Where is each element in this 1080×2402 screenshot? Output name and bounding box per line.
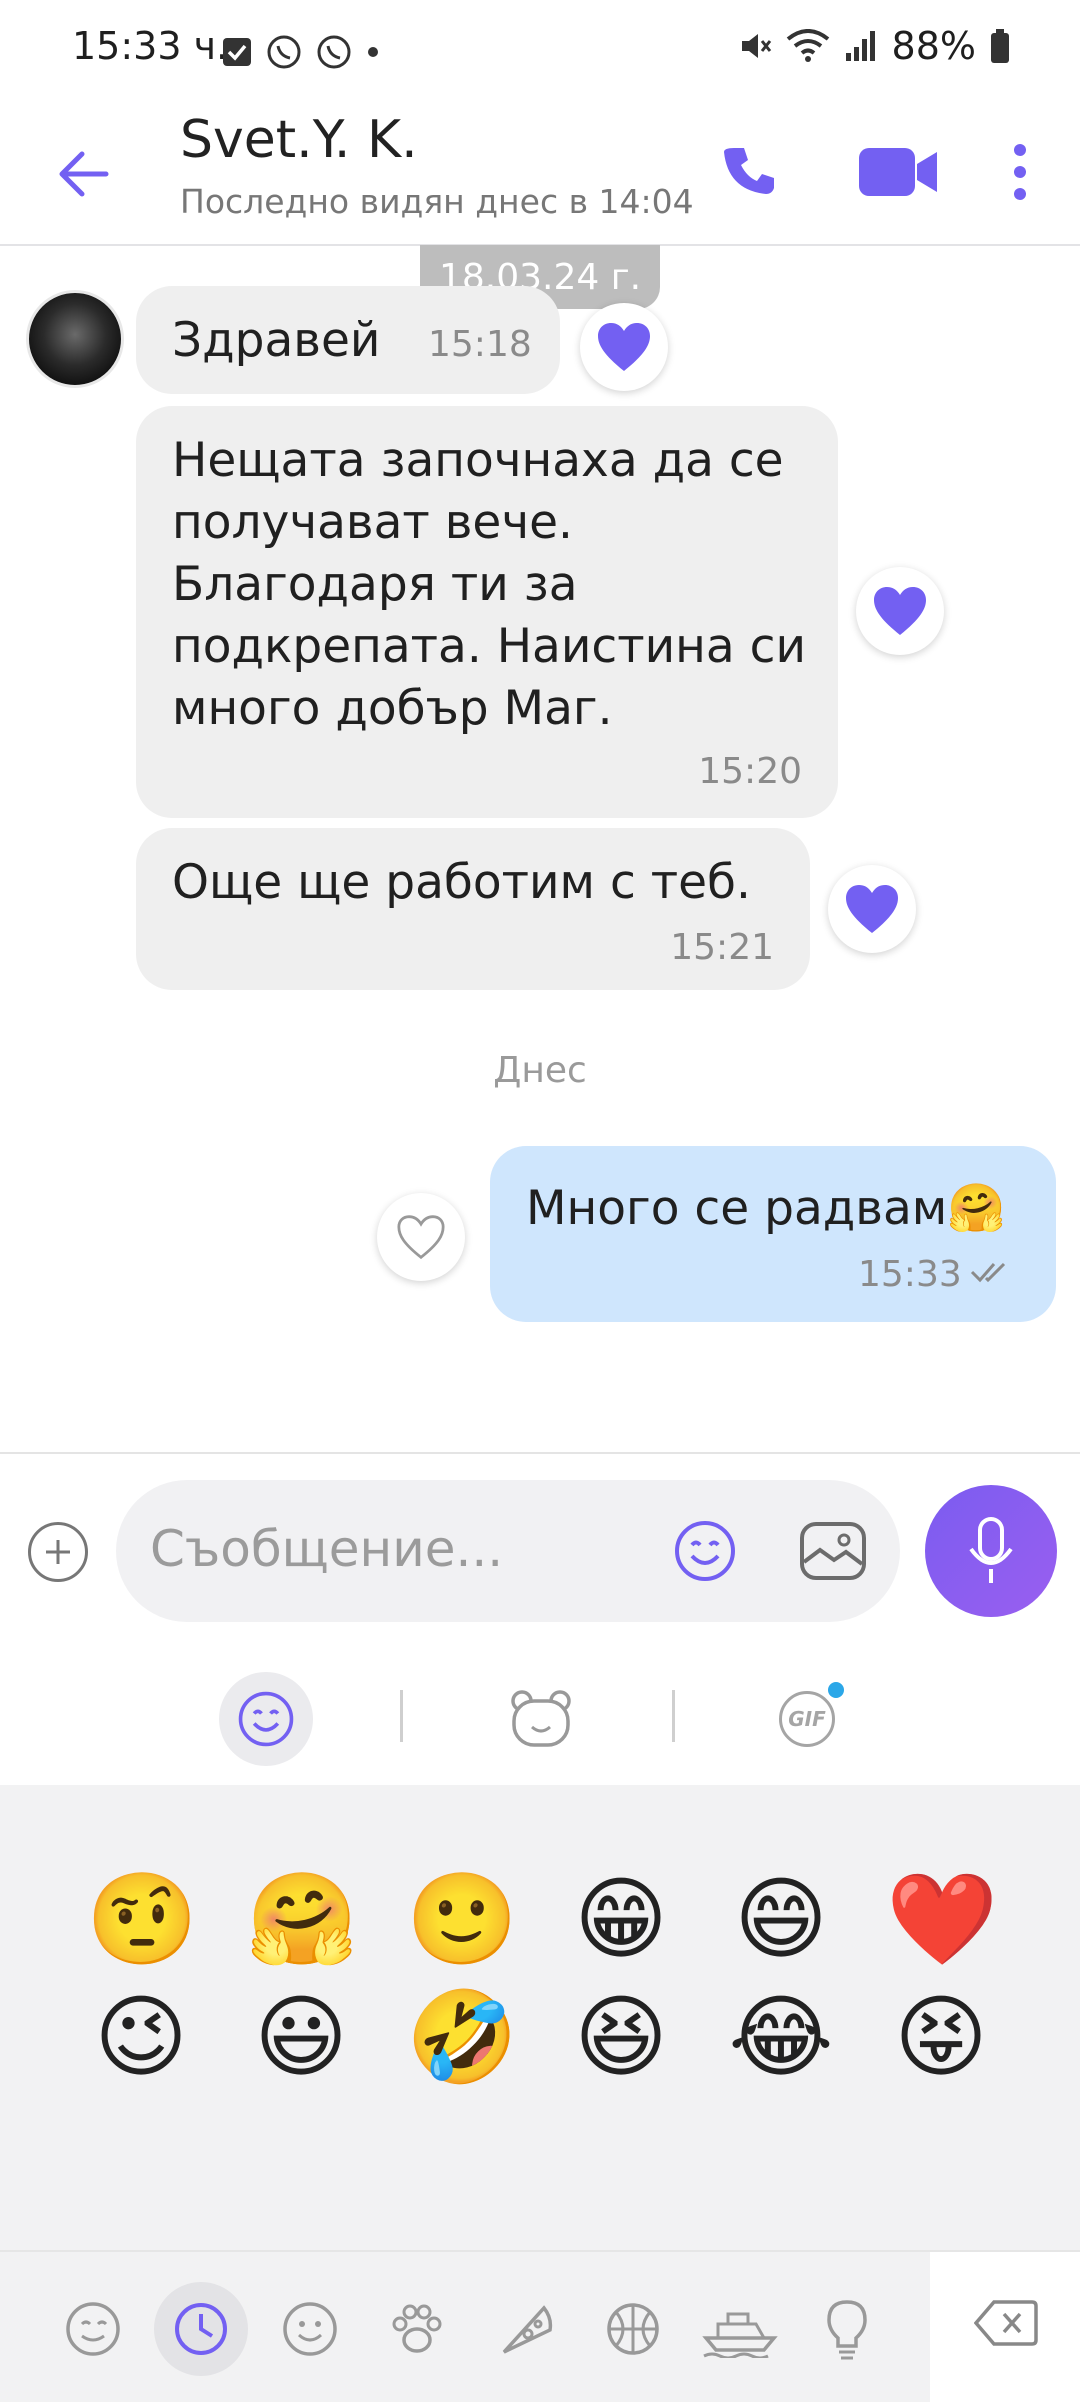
emoji-hugging[interactable]: 🤗 [246, 1865, 358, 1975]
pizza-icon [502, 2305, 553, 2354]
message-time: 15:21 [670, 927, 774, 968]
heart-outline-icon [397, 1215, 445, 1260]
emoji-smiley[interactable]: 😃 [246, 1983, 356, 2093]
message-bubble-incoming[interactable]: Още ще работим с теб. 15:21 [136, 828, 810, 990]
more-options-button[interactable] [1000, 132, 1040, 212]
message-text: Здравей [172, 313, 381, 368]
tab-stickers[interactable] [494, 1672, 588, 1766]
emoji-raised-eyebrow[interactable]: 🤨 [86, 1865, 198, 1975]
plus-icon [46, 1540, 70, 1564]
battery-percent: 88% [891, 24, 976, 68]
status-right: 88% [738, 24, 1010, 68]
category-frequent-face[interactable] [58, 2294, 128, 2364]
tab-emoji[interactable] [219, 1672, 313, 1766]
message-time: 15:18 [428, 324, 532, 365]
emoji-wink[interactable]: 😉 [86, 1983, 196, 2093]
chat-header: Svet.Y. K. Последно видян днес в 14:04 [0, 100, 1080, 246]
contact-avatar[interactable] [26, 290, 124, 388]
tab-gif[interactable]: GIF [760, 1672, 854, 1766]
like-button[interactable] [828, 865, 916, 953]
viber-notification-icon [267, 35, 301, 69]
like-button[interactable] [856, 567, 944, 655]
more-vertical-icon [1014, 144, 1026, 200]
message-time: 15:20 [698, 751, 802, 792]
new-dot-badge [828, 1682, 844, 1698]
video-call-button[interactable] [855, 132, 940, 212]
status-bar: 15:33 ч. 88% [0, 0, 1080, 100]
category-travel[interactable] [700, 2294, 780, 2364]
phone-icon [724, 148, 774, 194]
basketball-icon [607, 2303, 659, 2355]
backspace-button[interactable] [930, 2252, 1080, 2402]
back-arrow-icon [59, 151, 109, 197]
emoji-category-bar [0, 2250, 1080, 2402]
status-time: 15:33 ч. [72, 24, 229, 68]
gif-icon: GIF [779, 1691, 835, 1747]
lightbulb-icon [827, 2300, 867, 2360]
smiley-icon [238, 1691, 294, 1747]
day-separator: Днес [493, 1050, 587, 1091]
message-bubble-incoming[interactable]: Здравей 15:18 [136, 286, 560, 394]
viber-notification-icon [317, 35, 351, 69]
paw-icon [392, 2304, 442, 2353]
double-check-icon [970, 1262, 1006, 1283]
image-gallery-icon [800, 1522, 866, 1580]
message-bubble-incoming[interactable]: Нещата започнаха да се получават вече. Б… [136, 406, 838, 818]
voice-message-button[interactable] [925, 1485, 1057, 1617]
battery-icon [991, 29, 1009, 63]
message-input-placeholder: Съобщение... [150, 1520, 504, 1578]
message-text: Много се радвам🤗 [526, 1181, 1006, 1236]
last-seen-status: Последно видян днес в 14:04 [180, 182, 694, 221]
status-notifications [222, 34, 380, 70]
message-text: Нещата започнаха да се получават вече. Б… [172, 433, 807, 736]
message-text: Още ще работим с теб. [172, 855, 751, 910]
backspace-icon [974, 2300, 1038, 2346]
emoji-grin[interactable]: 😁 [566, 1865, 676, 1975]
emoji-tongue-squint[interactable]: 😝 [886, 1983, 996, 2093]
dot-icon [368, 47, 378, 57]
category-smileys[interactable] [275, 2294, 345, 2364]
smiley-icon [675, 1521, 735, 1581]
tab-divider [672, 1690, 675, 1742]
emoji-slight-smile[interactable]: 🙂 [406, 1865, 518, 1975]
message-bubble-outgoing[interactable]: Много се радвам🤗 15:33 [490, 1146, 1056, 1322]
voice-call-button[interactable] [710, 132, 790, 212]
category-animals[interactable] [382, 2294, 452, 2364]
wifi-icon [786, 29, 829, 62]
emoji-panel: 🤨 🤗 🙂 😁 😄 ❤️ 😉 😃 🤣 😆 😂 😝 [0, 1785, 1080, 2250]
category-recent[interactable] [154, 2282, 248, 2376]
ship-icon [702, 2312, 778, 2358]
composer-divider [0, 1452, 1080, 1454]
tab-divider [400, 1690, 403, 1742]
contact-name[interactable]: Svet.Y. K. [180, 110, 418, 170]
attach-plus-button[interactable] [28, 1522, 88, 1582]
face-tongue-icon [66, 2302, 120, 2356]
category-food[interactable] [492, 2294, 562, 2364]
signal-icon [845, 31, 875, 61]
emoji-tab-bar: GIF [0, 1630, 1080, 1785]
mute-icon [741, 34, 771, 58]
gallery-button[interactable] [798, 1518, 868, 1584]
microphone-icon [969, 1517, 1013, 1583]
emoji-red-heart[interactable]: ❤️ [886, 1865, 998, 1975]
checkbox-icon [223, 38, 251, 66]
like-button[interactable] [580, 303, 668, 391]
heart-filled-icon [846, 885, 898, 933]
like-button[interactable] [377, 1193, 465, 1281]
video-camera-icon [858, 148, 937, 196]
emoji-smile[interactable]: 😄 [726, 1865, 836, 1975]
smiley-icon [283, 2302, 337, 2356]
emoji-joy[interactable]: 😂 [726, 1983, 836, 2093]
emoji-rofl[interactable]: 🤣 [406, 1983, 518, 2093]
message-time: 15:33 [858, 1254, 962, 1295]
clock-icon [175, 2303, 227, 2355]
bear-sticker-icon [511, 1690, 571, 1747]
emoji-button[interactable] [672, 1518, 738, 1584]
category-activities[interactable] [598, 2294, 668, 2364]
heart-filled-icon [874, 587, 926, 635]
back-button[interactable] [52, 142, 116, 206]
emoji-laughing[interactable]: 😆 [566, 1983, 676, 2093]
heart-filled-icon [598, 323, 650, 371]
category-objects[interactable] [812, 2294, 882, 2364]
